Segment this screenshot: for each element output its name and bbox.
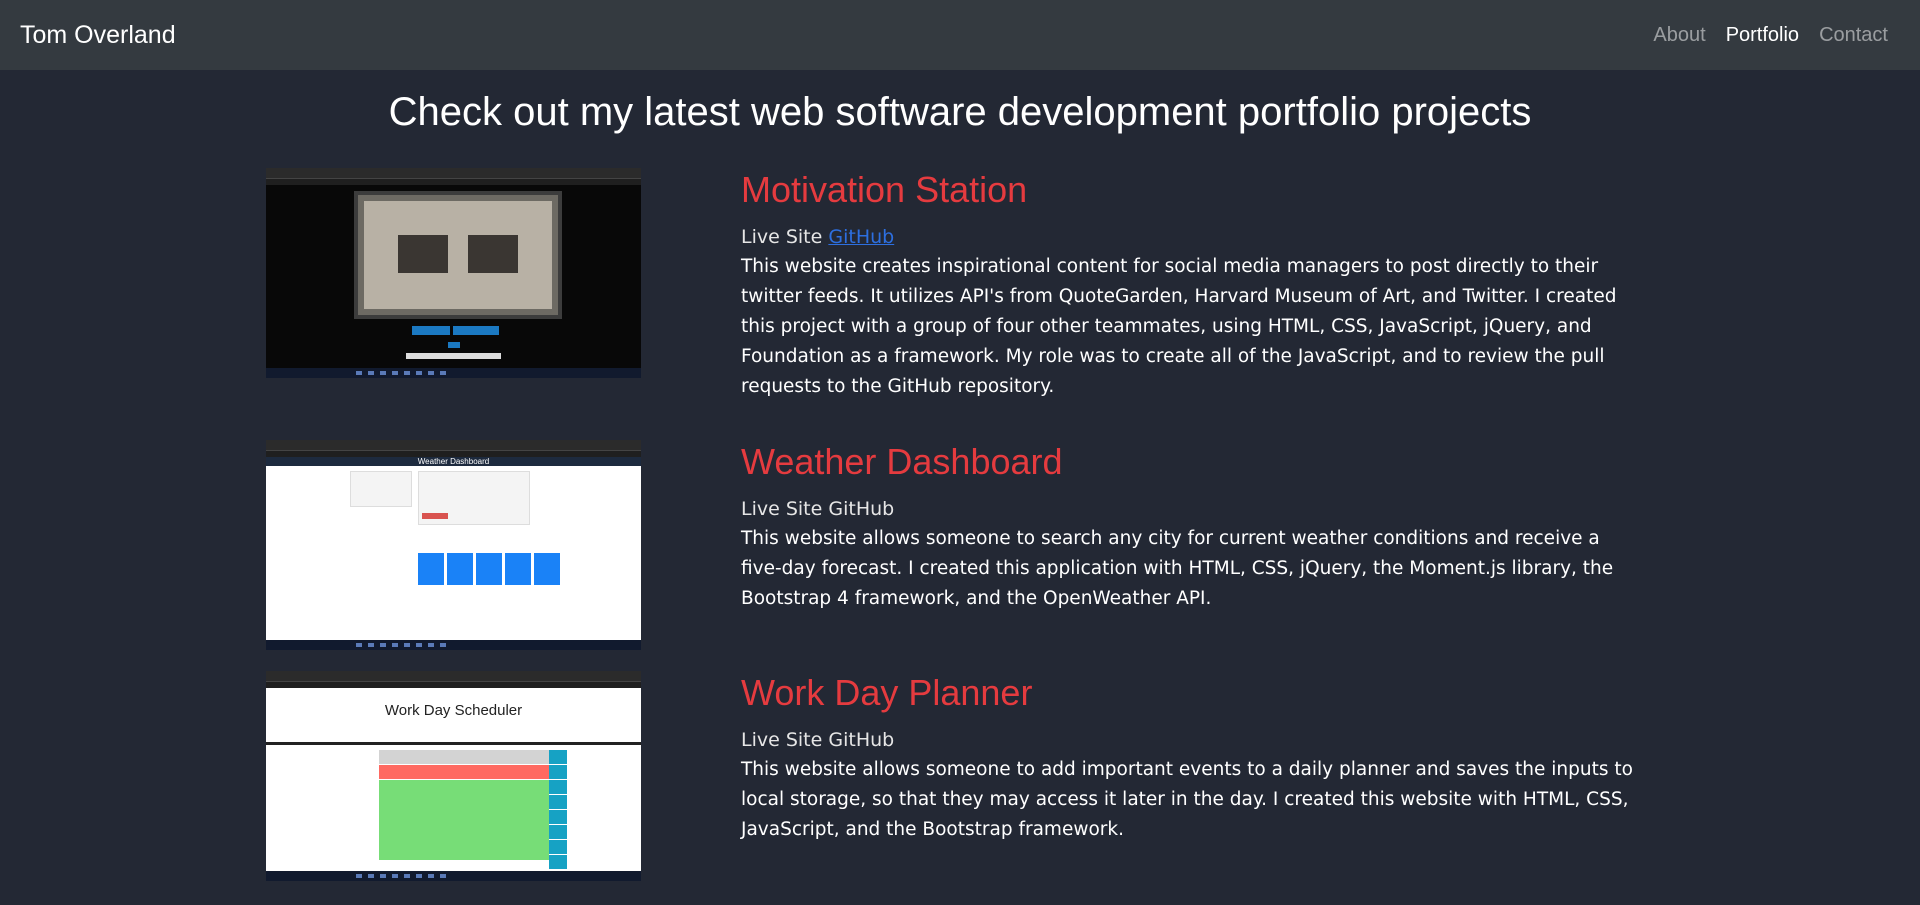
nav-link-contact[interactable]: Contact	[1819, 24, 1888, 47]
project-info: Weather Dashboard Live Site GitHub This …	[741, 440, 1641, 614]
page-headline: Check out my latest web software develop…	[388, 90, 1532, 134]
taskbar	[266, 640, 641, 650]
live-site-link[interactable]: Live Site	[741, 226, 822, 248]
browser-bar	[266, 671, 641, 682]
brand-name[interactable]: Tom Overland	[20, 21, 176, 50]
project-links: Live Site GitHub	[741, 496, 1641, 522]
project-links: Live Site GitHub	[741, 727, 1641, 753]
project-screenshot[interactable]: Work Day Scheduler	[266, 671, 641, 881]
project-title: Motivation Station	[741, 169, 1028, 210]
project-info: Motivation Station Live Site GitHub This…	[741, 168, 1641, 402]
project-screenshot[interactable]	[266, 168, 641, 378]
project-title: Weather Dashboard	[741, 441, 1063, 482]
artwork-image	[354, 191, 562, 319]
nav-link-about[interactable]: About	[1653, 24, 1705, 47]
screenshot-content	[266, 185, 641, 368]
navbar: Tom Overland About Portfolio Contact	[0, 0, 1920, 70]
thumb-header: Weather Dashboard	[266, 457, 641, 466]
github-link[interactable]: GitHub	[828, 729, 894, 751]
browser-bar	[266, 168, 641, 179]
github-link[interactable]: GitHub	[828, 498, 894, 520]
screenshot-content: Weather Dashboard	[266, 457, 641, 640]
project-links: Live Site GitHub	[741, 224, 1641, 250]
taskbar	[266, 871, 641, 881]
project-description: This website allows someone to search an…	[741, 528, 1614, 609]
live-site-link[interactable]: Live Site	[741, 729, 822, 751]
github-link[interactable]: GitHub	[828, 226, 894, 248]
project-title: Work Day Planner	[741, 672, 1033, 713]
screenshot-content: Work Day Scheduler	[266, 688, 641, 871]
nav-link-portfolio[interactable]: Portfolio	[1726, 24, 1799, 47]
taskbar	[266, 368, 641, 378]
project-description: This website creates inspirational conte…	[741, 256, 1617, 397]
project-description: This website allows someone to add impor…	[741, 759, 1633, 840]
thumb-title: Work Day Scheduler	[384, 702, 523, 719]
nav-links: About Portfolio Contact	[1653, 24, 1900, 47]
project-info: Work Day Planner Live Site GitHub This w…	[741, 671, 1641, 845]
project-screenshot[interactable]: Weather Dashboard	[266, 440, 641, 650]
browser-bar	[266, 440, 641, 451]
live-site-link[interactable]: Live Site	[741, 498, 822, 520]
